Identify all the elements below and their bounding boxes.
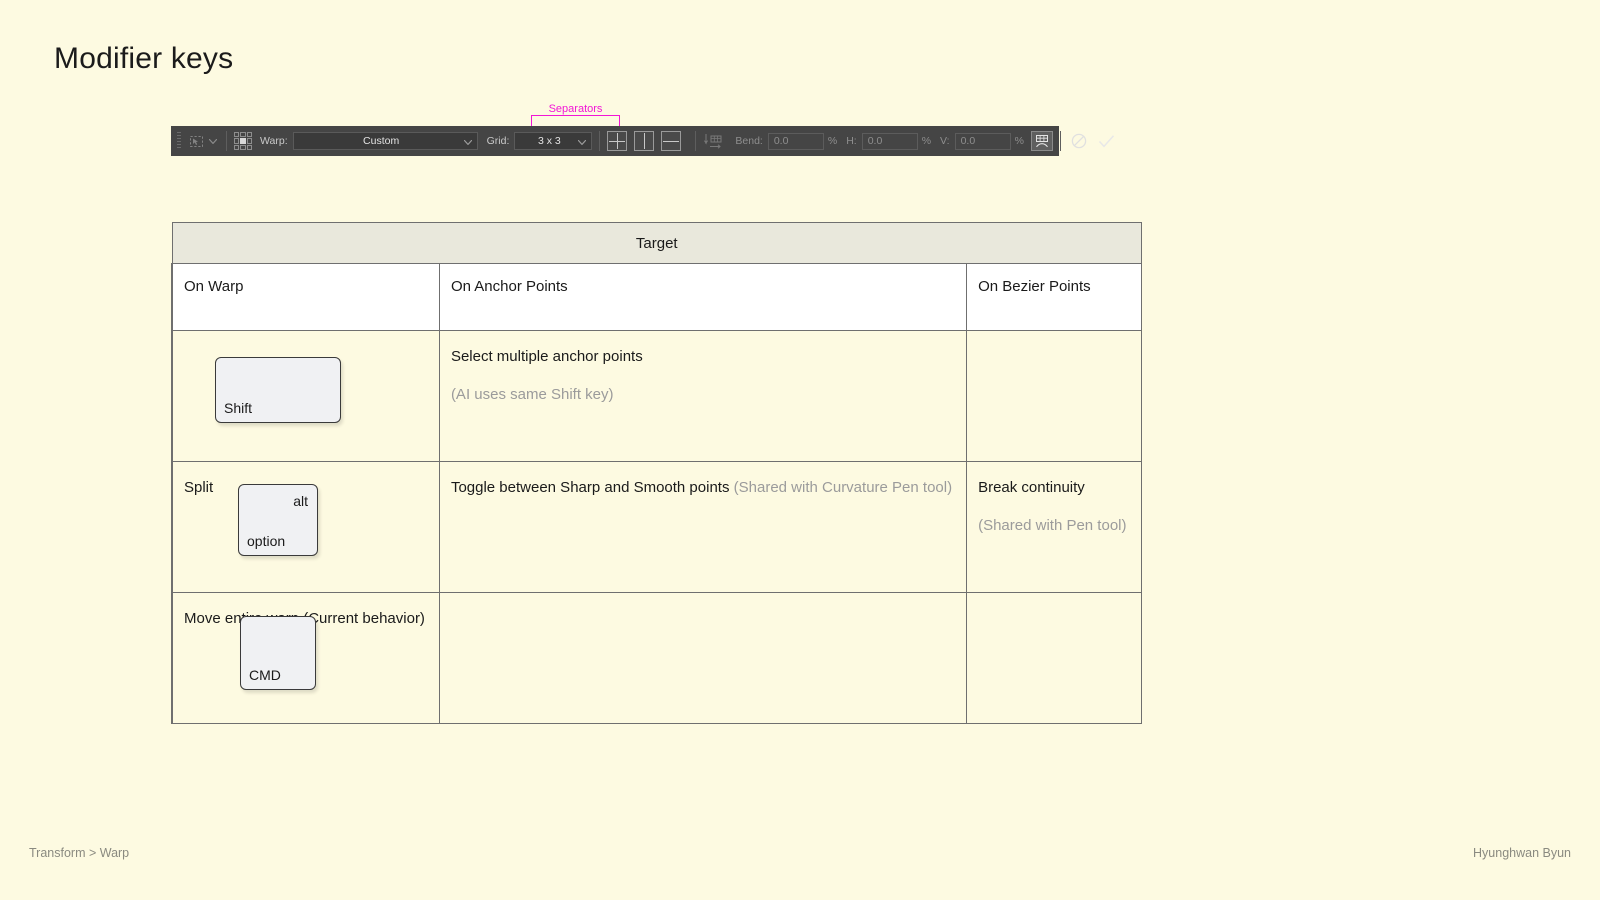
- refpoint-cell[interactable]: [234, 132, 240, 138]
- split-horizontal-button[interactable]: [661, 131, 682, 151]
- table-row: alt option Split Toggle between Sharp an…: [171, 461, 1142, 593]
- toolbar-divider: [1059, 131, 1061, 151]
- refpoint-cell[interactable]: [246, 138, 252, 144]
- key-cell-shift: Shift: [171, 330, 341, 462]
- cell-main-text: Toggle between Sharp and Smooth points: [450, 479, 730, 496]
- h-unit: %: [921, 135, 932, 147]
- refpoint-cell[interactable]: [240, 132, 246, 138]
- refpoint-cell[interactable]: [234, 138, 240, 144]
- refpoint-cell-center[interactable]: [240, 138, 246, 144]
- table-row-target-header: Target: [172, 222, 1142, 264]
- keycap-cmd: CMD: [240, 616, 316, 690]
- refpoint-cell[interactable]: [234, 144, 240, 150]
- toolbar-drag-grip[interactable]: [177, 132, 181, 150]
- cell-main-text: Split: [184, 479, 214, 496]
- column-header-on-warp: On Warp: [172, 263, 440, 331]
- cell-cmd-on-bezier-points: [966, 592, 1142, 724]
- refpoint-cell[interactable]: [240, 144, 246, 150]
- options-toolbar: Warp: Custom Grid: 3 x 3 Bend: 0.0 % H: …: [171, 126, 1115, 156]
- column-header-on-bezier-points: On Bezier Points: [966, 263, 1142, 331]
- modifier-key-matrix: Target On Warp On Anchor Points On Bezie…: [171, 222, 1142, 724]
- chevron-down-icon: [577, 132, 587, 150]
- refpoint-cell[interactable]: [246, 132, 252, 138]
- chevron-down-icon: [463, 132, 473, 150]
- v-input[interactable]: 0.0: [954, 132, 1011, 150]
- cell-cmd-on-anchor-points: [438, 592, 968, 724]
- cell-note-text: (Shared with Curvature Pen tool): [733, 479, 953, 496]
- split-vertical-button[interactable]: [634, 131, 655, 151]
- warp-toggle-icon[interactable]: [1030, 131, 1053, 151]
- cell-note-text: (Shared with Pen tool): [978, 517, 1127, 534]
- page-title: Modifier keys: [54, 42, 234, 75]
- warp-preset-select[interactable]: Custom: [292, 132, 478, 150]
- reference-point-grid-icon[interactable]: [234, 132, 252, 150]
- cell-alt-on-bezier-points: Break continuity (Shared with Pen tool): [966, 461, 1142, 593]
- keycap-alt-option: alt option: [238, 484, 318, 556]
- warp-label: Warp:: [260, 135, 288, 147]
- bend-unit: %: [827, 135, 838, 147]
- table-row-column-headers: On Warp On Anchor Points On Bezier Point…: [171, 263, 1142, 331]
- cell-spacer: [978, 500, 1126, 514]
- keycap-alt-label: alt: [293, 493, 308, 509]
- h-input[interactable]: 0.0: [861, 132, 918, 150]
- footer-breadcrumb: Transform > Warp: [29, 846, 130, 860]
- table-row: CMD Move entire warp (Current behavior): [171, 592, 1142, 724]
- cell-spacer: [451, 369, 952, 383]
- refpoint-cell[interactable]: [246, 144, 252, 150]
- table-row: Shift Select multiple anchor points (AI …: [171, 330, 1142, 462]
- cell-shift-on-bezier-points: [966, 330, 1142, 462]
- commit-checkmark-icon[interactable]: [1096, 131, 1118, 151]
- bend-label: Bend:: [735, 135, 763, 147]
- warp-preset-value: Custom: [363, 135, 400, 147]
- marquee-selection-icon[interactable]: [185, 131, 207, 151]
- bend-input[interactable]: 0.0: [767, 132, 824, 150]
- column-header-on-anchor-points: On Anchor Points: [438, 263, 968, 331]
- toolbar-divider: [599, 131, 601, 151]
- grid-size-select[interactable]: 3 x 3: [514, 132, 593, 150]
- keycap-cmd-label: CMD: [249, 667, 281, 683]
- keycap-shift: Shift: [215, 357, 341, 423]
- keycap-shift-label: Shift: [224, 400, 253, 416]
- cell-shift-on-anchor-points: Select multiple anchor points (AI uses s…: [438, 330, 968, 462]
- keycap-option-label: option: [247, 533, 286, 549]
- cancel-icon[interactable]: [1068, 131, 1090, 151]
- selection-chevron-down-icon[interactable]: [207, 131, 219, 151]
- cell-main-text: Select multiple anchor points: [450, 348, 643, 365]
- v-label: V:: [940, 135, 950, 147]
- h-label: H:: [846, 135, 857, 147]
- cell-alt-on-anchor-points: Toggle between Sharp and Smooth points (…: [438, 461, 968, 593]
- toolbar-divider: [695, 131, 697, 151]
- split-both-button[interactable]: [607, 131, 628, 151]
- v-unit: %: [1014, 135, 1024, 147]
- target-header: Target: [172, 222, 1142, 264]
- toolbar-divider: [226, 131, 227, 151]
- cell-note-text: (AI uses same Shift key): [450, 386, 614, 403]
- key-cell-cmd: CMD: [171, 592, 316, 724]
- key-cell-alt-option: alt option: [171, 461, 318, 593]
- cell-main-text: Break continuity: [978, 479, 1085, 496]
- footer-author: Hyunghwan Byun: [1473, 846, 1571, 860]
- grid-label: Grid:: [486, 135, 510, 147]
- warp-orientation-icon[interactable]: [703, 131, 725, 151]
- separators-annotation-label: Separators: [548, 103, 603, 115]
